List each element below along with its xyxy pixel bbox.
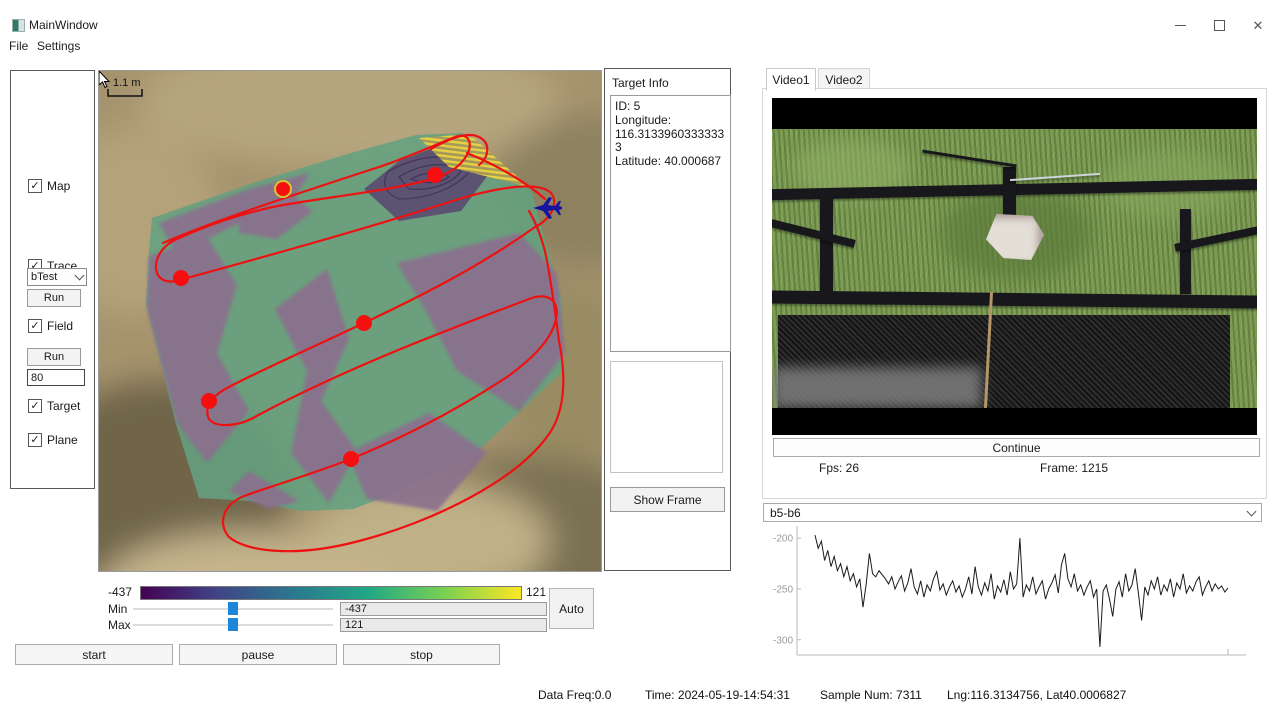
app-icon [12,19,25,32]
min-slider-handle[interactable] [228,602,238,615]
show-frame-button[interactable]: Show Frame [610,487,725,512]
field-run-button[interactable]: Run [27,289,81,307]
map-canvas: 1.1 m [99,71,601,571]
target-longitude-label: Longitude: [615,114,726,128]
chevron-down-icon [75,271,85,281]
target-dot[interactable] [356,315,372,331]
colorbar-gradient [140,586,522,600]
max-value-field[interactable]: 121 [340,618,547,632]
checkbox-checked-icon: ✓ [28,433,42,447]
y-tick-label: -250 [773,584,793,595]
layer-sidebar: ✓ Map ✓ Trace ✓ Field bTest Run ✓ Target… [10,70,95,489]
checkbox-checked-icon: ✓ [28,399,42,413]
target-threshold-input[interactable]: 80 [27,369,85,386]
main-window: MainWindow ✕ File Settings ✓ Map ✓ Trace… [0,0,1280,720]
title-bar: MainWindow ✕ [0,0,1280,36]
target-info-title: Target Info [612,76,669,90]
rig-right-post [1180,209,1191,294]
target-info-box: ID: 5 Longitude: 116.31339603333333 Lati… [610,95,731,352]
video-frame [772,98,1257,435]
signal-line-series [815,535,1228,647]
checkbox-plane-label: Plane [47,433,78,447]
target-frame-preview-box [610,361,723,473]
rig-center-post [1003,167,1016,217]
checkbox-target[interactable]: ✓ Target [28,399,80,413]
map-scale-label: 1.1 m [113,77,141,89]
colorbar-max-label: 121 [526,585,546,599]
target-dot[interactable] [201,393,217,409]
colorbar-min-label: -437 [108,585,132,599]
checkbox-field[interactable]: ✓ Field [28,319,73,333]
target-dot[interactable] [343,451,359,467]
tab-video1[interactable]: Video1 [766,68,816,91]
menu-settings[interactable]: Settings [33,38,84,54]
field-select-value: bTest [31,271,57,283]
map-viewport[interactable]: 1.1 m [98,70,602,572]
video-grass-field [772,129,1257,408]
menu-file[interactable]: File [5,38,32,54]
restore-button[interactable] [1204,16,1234,34]
min-value-field[interactable]: -437 [340,602,547,616]
channel-select-value: b5-b6 [770,506,801,520]
checkbox-field-label: Field [47,319,73,333]
target-info-panel: Target Info ID: 5 Longitude: 116.3133960… [604,68,731,571]
start-button[interactable]: start [15,644,173,665]
max-slider-label: Max [108,618,131,632]
continue-button[interactable]: Continue [773,438,1260,457]
checkbox-checked-icon: ✓ [28,179,42,193]
signal-chart: -200 -250 -300 [765,522,1270,664]
rig-left-post [820,193,833,293]
status-data-freq: Data Freq:0.0 [538,688,611,702]
target-dot[interactable] [275,181,291,197]
minimize-icon [1175,25,1186,26]
max-slider-handle[interactable] [228,618,238,631]
restore-icon [1214,20,1225,31]
tab-video2[interactable]: Video2 [818,68,870,90]
frame-label: Frame: 1215 [1040,461,1108,475]
checkbox-map[interactable]: ✓ Map [28,179,70,193]
field-select[interactable]: bTest [27,268,87,286]
stop-button[interactable]: stop [343,644,500,665]
target-latitude: Latitude: 40.000687 [615,155,726,169]
close-icon: ✕ [1253,19,1264,32]
target-dot[interactable] [173,270,189,286]
window-title: MainWindow [29,18,98,32]
auto-scale-button[interactable]: Auto [549,588,594,629]
signal-chart-svg: -200 -250 -300 [765,522,1270,664]
min-slider-label: Min [108,602,127,616]
foam-light-edge [772,367,982,408]
pause-button[interactable]: pause [179,644,337,665]
target-id: ID: 5 [615,100,726,114]
status-sample-num: Sample Num: 7311 [820,688,922,702]
fps-label: Fps: 26 [819,461,859,475]
status-coords: Lng:116.3134756, Lat40.0006827 [947,688,1126,702]
chevron-down-icon [1247,506,1257,516]
checkbox-plane[interactable]: ✓ Plane [28,433,78,447]
close-button[interactable]: ✕ [1243,16,1273,34]
target-longitude-value: 116.31339603333333 [615,128,726,156]
y-tick-label: -300 [773,635,793,646]
minimize-button[interactable] [1165,16,1195,34]
checkbox-map-label: Map [47,179,70,193]
checkbox-target-label: Target [47,399,80,413]
status-time: Time: 2024-05-19-14:54:31 [645,688,790,702]
y-tick-label: -200 [773,534,793,545]
target-run-button[interactable]: Run [27,348,81,366]
checkbox-checked-icon: ✓ [28,319,42,333]
video-panel: Continue Fps: 26 Frame: 1215 [762,88,1267,499]
target-dot[interactable] [427,167,443,183]
channel-select[interactable]: b5-b6 [763,503,1262,522]
